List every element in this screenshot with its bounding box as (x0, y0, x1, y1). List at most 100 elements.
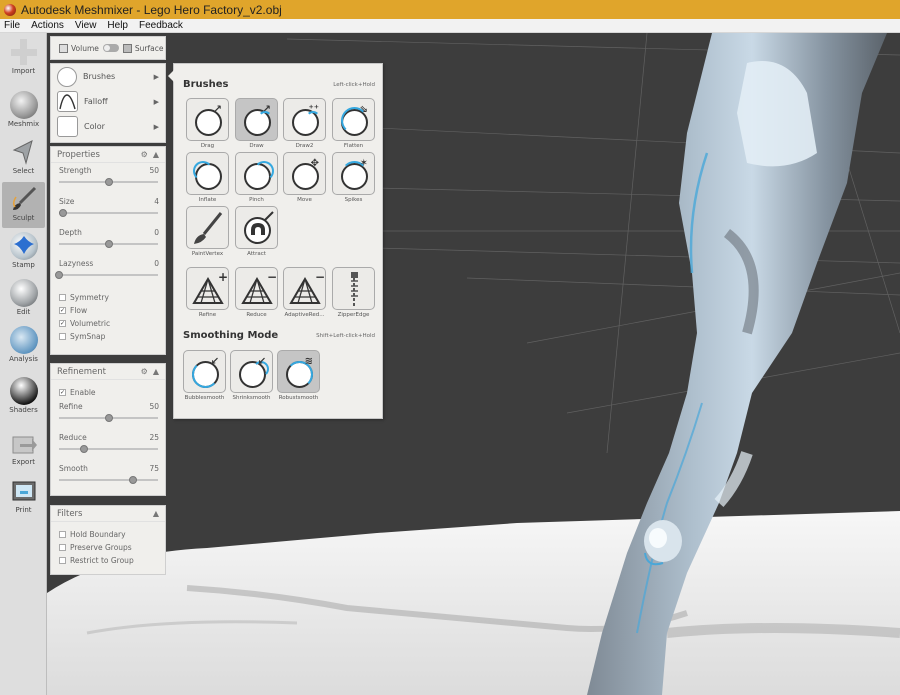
brush-robustsmooth[interactable]: ≋ Robustsmooth (276, 350, 321, 401)
brush-flatten[interactable]: ⇘ Flatten (331, 98, 376, 149)
reduce-brush-icon: − (235, 267, 278, 310)
brush-bubblesmooth[interactable]: ↙ Bubblesmooth (182, 350, 227, 401)
brush-drag[interactable]: ↗ Drag (185, 98, 230, 149)
hold-boundary-checkbox[interactable]: Hold Boundary (51, 528, 165, 541)
depth-slider[interactable]: Depth 0 (51, 225, 165, 256)
stamp-icon (9, 232, 38, 260)
tool-import[interactable]: Import (2, 35, 45, 81)
slider-track[interactable] (58, 209, 158, 217)
menu-help[interactable]: Help (107, 20, 128, 31)
adaptivered-brush-icon: − (283, 267, 326, 310)
slider-track[interactable] (59, 240, 158, 248)
slider-track[interactable] (59, 476, 158, 484)
filters-header[interactable]: Filters ▲ (51, 506, 165, 522)
tool-export[interactable]: Export (2, 426, 45, 472)
slider-handle[interactable] (104, 414, 113, 422)
collapse-up-icon[interactable]: ▲ (153, 150, 159, 159)
mode-switch[interactable] (102, 44, 119, 52)
brush-draw2[interactable]: ⁺⁺ Draw2 (282, 98, 327, 149)
color-row[interactable]: Color ▶ (51, 114, 165, 139)
title-bar: Autodesk Meshmixer - Lego Hero Factory_v… (0, 0, 900, 19)
strength-slider[interactable]: Strength 50 (51, 163, 165, 194)
symsnap-checkbox[interactable]: SymSnap (51, 330, 165, 343)
tool-sculpt[interactable]: Sculpt (2, 182, 45, 228)
brush-move[interactable]: ✥ Move (282, 152, 327, 203)
slider-track[interactable] (59, 445, 158, 453)
checkbox-box (59, 557, 66, 564)
menu-actions[interactable]: Actions (31, 20, 64, 31)
brush-label: Robustsmooth (278, 395, 319, 401)
falloff-row[interactable]: Falloff ▶ (51, 89, 165, 114)
attract-brush-icon (235, 206, 278, 249)
menu-view[interactable]: View (75, 20, 97, 31)
brushes-row[interactable]: Brushes ▶ (51, 64, 165, 89)
brush-draw[interactable]: ↗ Draw (234, 98, 279, 149)
brush-pinch[interactable]: Pinch (234, 152, 279, 203)
collapse-up-icon[interactable]: ▲ (153, 367, 159, 376)
surface-label[interactable]: Surface (135, 44, 164, 53)
brush-label: Attract (247, 251, 266, 257)
gear-icon[interactable]: ⚙ (141, 150, 148, 159)
slider-track[interactable] (59, 414, 158, 422)
slider-handle[interactable] (58, 209, 67, 217)
tool-select[interactable]: Select (2, 135, 45, 181)
brush-zipperedge[interactable]: ZipperEdge (331, 267, 376, 318)
slider-handle[interactable] (55, 271, 63, 279)
brush-label: Draw2 (295, 143, 314, 149)
slider-handle[interactable] (129, 476, 138, 484)
checkbox-box (59, 294, 66, 301)
brush-reduce[interactable]: − Reduce (234, 267, 279, 318)
brush-refine[interactable]: + Refine (185, 267, 230, 318)
restrict-to-group-checkbox[interactable]: Restrict to Group (51, 554, 165, 567)
brush-shrinksmooth[interactable]: ↙ Shrinksmooth (229, 350, 274, 401)
symmetry-checkbox[interactable]: Symmetry (51, 291, 165, 304)
brush-attract[interactable]: Attract (234, 206, 279, 257)
slider-track[interactable] (55, 271, 158, 279)
slider-handle[interactable] (79, 445, 88, 453)
smooth-slider[interactable]: Smooth 75 (51, 461, 165, 492)
enable-checkbox[interactable]: ✓ Enable (51, 386, 165, 399)
refinement-header[interactable]: Refinement ⚙ ▲ (51, 364, 165, 380)
brush-adaptivered[interactable]: − AdaptiveRed... (282, 267, 327, 318)
slider-handle[interactable] (104, 240, 113, 248)
tool-meshmix[interactable]: Meshmix (2, 88, 45, 134)
menu-file[interactable]: File (4, 20, 20, 31)
current-brush-icon (57, 66, 77, 87)
brush-spikes[interactable]: ✶ Spikes (331, 152, 376, 203)
gear-icon[interactable]: ⚙ (141, 367, 148, 376)
brush-label: Spikes (344, 197, 363, 203)
flow-checkbox[interactable]: ✓ Flow (51, 304, 165, 317)
refinement-title: Refinement (57, 366, 106, 377)
reduce-slider[interactable]: Reduce 25 (51, 430, 165, 461)
checkbox-box (59, 333, 66, 340)
chevron-right-icon: ▶ (153, 122, 159, 131)
tool-label: Select (12, 167, 35, 175)
slider-handle[interactable] (104, 178, 113, 186)
brush-paintvertex[interactable]: PaintVertex (185, 206, 230, 257)
tool-shaders[interactable]: Shaders (2, 374, 45, 420)
slider-track[interactable] (59, 178, 158, 186)
size-slider[interactable]: Size 4 (51, 194, 165, 225)
properties-header[interactable]: Properties ⚙ ▲ (51, 147, 165, 163)
cursor-arrow-icon (10, 138, 38, 166)
refine-slider[interactable]: Refine 50 (51, 399, 165, 430)
meshmixer-app-icon (4, 3, 16, 16)
tool-stamp[interactable]: Stamp (2, 229, 45, 275)
slider-label: Reduce (59, 433, 87, 442)
falloff-label: Falloff (84, 97, 108, 106)
checkbox-box: ✓ (59, 320, 66, 327)
menu-feedback[interactable]: Feedback (139, 20, 183, 31)
svg-text:−: − (315, 270, 325, 284)
collapse-up-icon[interactable]: ▲ (153, 509, 159, 518)
edit-sphere-icon (9, 279, 38, 307)
tool-analysis[interactable]: Analysis (2, 323, 45, 369)
lazyness-slider[interactable]: Lazyness 0 (51, 256, 165, 287)
volumetric-checkbox[interactable]: ✓ Volumetric (51, 317, 165, 330)
chevron-right-icon: ▶ (153, 72, 159, 81)
preserve-groups-checkbox[interactable]: Preserve Groups (51, 541, 165, 554)
tool-edit[interactable]: Edit (2, 276, 45, 322)
enable-label: Enable (70, 388, 96, 397)
brush-inflate[interactable]: Inflate (185, 152, 230, 203)
tool-print[interactable]: Print (2, 474, 45, 520)
volume-label[interactable]: Volume (71, 44, 99, 53)
